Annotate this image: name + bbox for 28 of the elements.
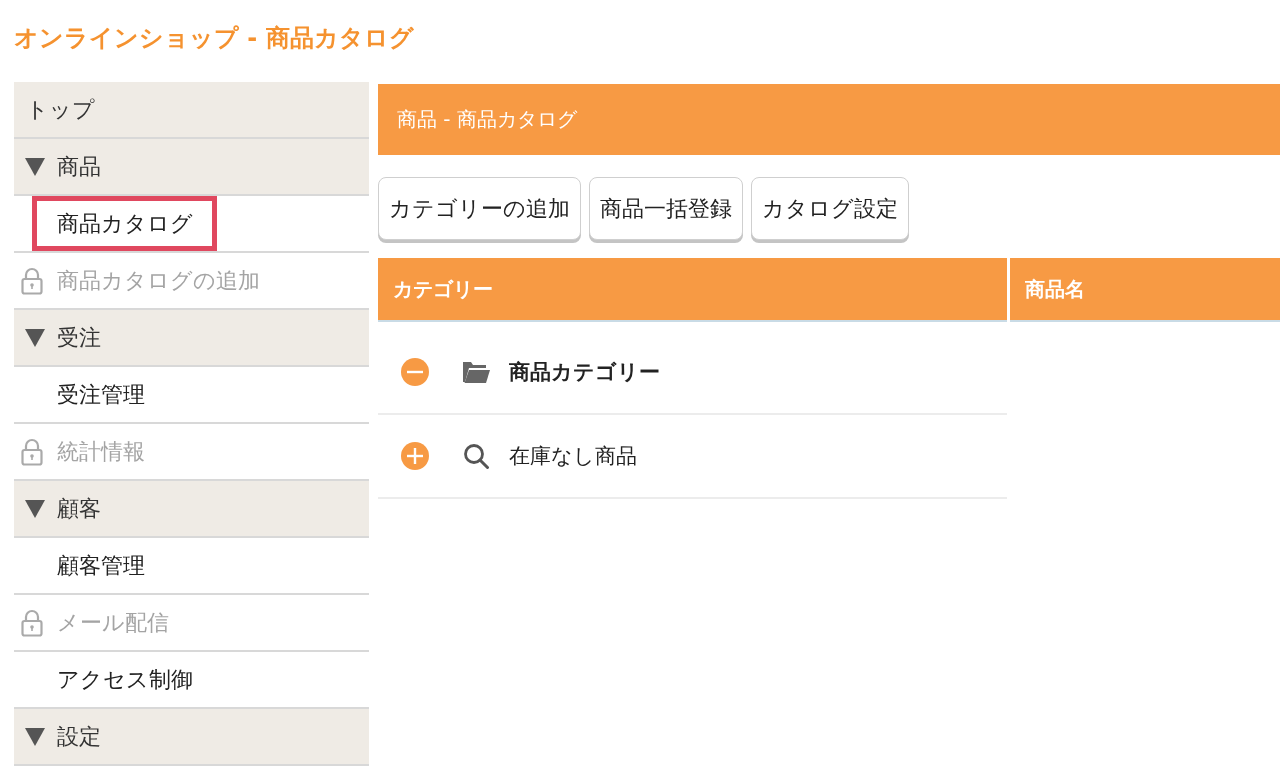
folder-icon: [462, 359, 490, 385]
minus-circle-icon[interactable]: [401, 358, 429, 386]
sidebar-item: 統計情報: [57, 437, 145, 466]
section-title: 商品 - 商品カタログ: [397, 106, 577, 133]
sidebar-group[interactable]: 商品: [14, 139, 369, 196]
sidebar-item[interactable]: 受注管理: [57, 379, 145, 410]
column-header: 商品名: [1010, 258, 1280, 322]
lock-icon: [21, 608, 43, 637]
sidebar-item[interactable]: 商品カタログ: [32, 196, 217, 251]
sidebar-item: 商品カタログの追加: [57, 266, 260, 295]
sidebar-item[interactable]: トップ: [14, 82, 369, 139]
sidebar-item[interactable]: 顧客管理: [57, 550, 145, 581]
sidebar-group[interactable]: 顧客: [14, 481, 369, 538]
lock-icon: [21, 266, 43, 295]
lock-icon: [21, 437, 43, 466]
sidebar-group[interactable]: 受注: [14, 310, 369, 367]
page-title: オンラインショップ - 商品カタログ: [14, 23, 414, 54]
plus-circle-icon[interactable]: [401, 442, 429, 470]
sidebar-item: メール配信: [57, 608, 169, 637]
search-icon: [462, 443, 490, 469]
tree-node-label[interactable]: 商品カテゴリー: [509, 358, 660, 386]
sidebar-group[interactable]: 設定: [14, 709, 369, 766]
column-header: カテゴリー: [378, 258, 1007, 322]
sidebar-item[interactable]: アクセス制御: [57, 664, 193, 695]
action-button[interactable]: カテゴリーの追加: [378, 177, 581, 240]
action-button[interactable]: 商品一括登録: [589, 177, 743, 240]
action-button[interactable]: カタログ設定: [751, 177, 909, 240]
tree-node-label[interactable]: 在庫なし商品: [509, 442, 637, 470]
